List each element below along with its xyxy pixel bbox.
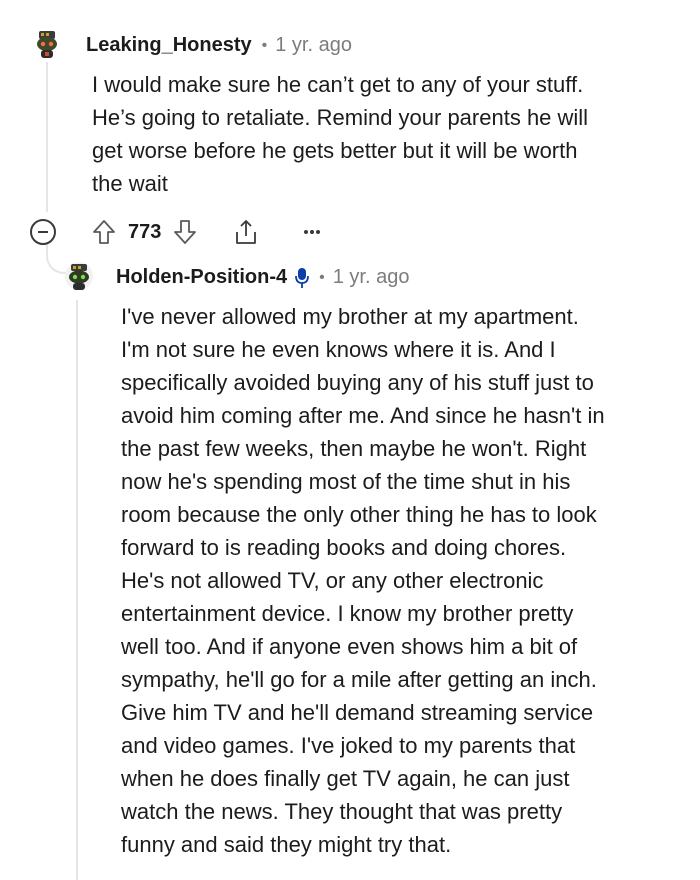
comment-body: I would make sure he can’t get to any of… [92, 72, 589, 196]
upvote-arrow-icon[interactable] [92, 219, 116, 245]
comment-body: I've never allowed my brother at my apar… [121, 304, 605, 857]
reply-thread-line[interactable] [76, 300, 78, 880]
collapse-icon[interactable] [30, 219, 56, 245]
separator-dot: • [319, 268, 325, 286]
username[interactable]: Holden-Position-4 [116, 266, 287, 289]
separator-dot: • [261, 36, 268, 54]
share-icon[interactable] [233, 218, 259, 246]
comment-meta: Holden-Position-4 • 1 yr. ago [116, 266, 409, 289]
timestamp[interactable]: 1 yr. ago [275, 34, 352, 57]
thread-line[interactable] [46, 62, 48, 212]
vote-count: 773 [128, 220, 162, 243]
comment-meta: Leaking_Honesty • 1 yr. ago [86, 34, 352, 57]
comment-actions: 773 [30, 214, 321, 250]
downvote-arrow-icon[interactable] [173, 219, 197, 245]
avatar[interactable] [32, 29, 62, 59]
username[interactable]: Leaking_Honesty [86, 34, 252, 57]
timestamp[interactable]: 1 yr. ago [333, 266, 410, 289]
microphone-icon [295, 267, 310, 289]
avatar[interactable] [64, 261, 94, 291]
snoo-avatar-icon [65, 262, 93, 290]
more-options-icon[interactable] [303, 229, 321, 235]
snoo-avatar-icon [37, 31, 57, 58]
